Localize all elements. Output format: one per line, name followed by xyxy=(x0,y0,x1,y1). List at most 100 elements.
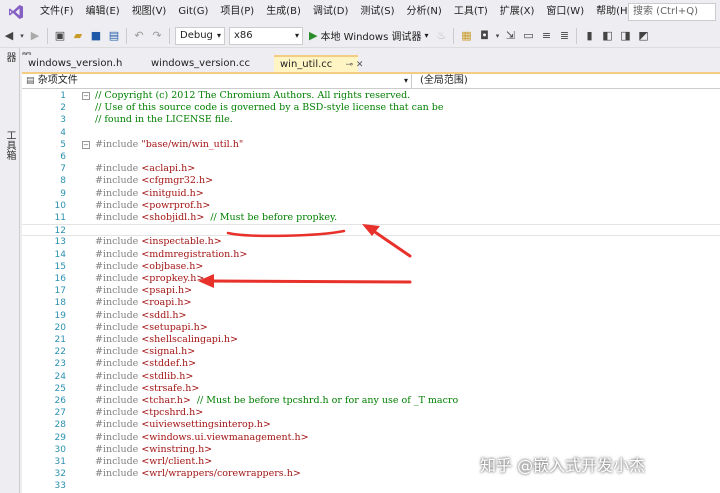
flame-icon[interactable]: ♨ xyxy=(432,27,450,45)
tab-windows-version-h[interactable]: windows_version.h xyxy=(22,55,144,73)
platform-dropdown[interactable]: x86 ▾ xyxy=(229,26,303,45)
code-text: #include <windows.ui.viewmanagement.h> xyxy=(95,432,309,444)
code-directive: #include xyxy=(95,163,142,175)
menu-item[interactable]: 工具(T) xyxy=(448,0,494,24)
toolbox-tab[interactable]: 工具箱 xyxy=(0,126,19,164)
undo-icon[interactable]: ↶ xyxy=(130,27,148,45)
save-all-icon[interactable]: ▤ xyxy=(105,27,123,45)
code-text: #include <cfgmgr32.h> xyxy=(95,175,213,187)
menu-item[interactable]: 测试(S) xyxy=(354,0,400,24)
menu-item[interactable]: 项目(P) xyxy=(214,0,260,24)
menu-item[interactable]: 编辑(E) xyxy=(80,0,126,24)
menu-item[interactable]: 视图(V) xyxy=(126,0,173,24)
code-text: #include <uiviewsettingsinterop.h> xyxy=(95,419,271,431)
step-icon[interactable]: ⇲ xyxy=(501,27,519,45)
code-string: <powrprof.h> xyxy=(141,199,211,211)
open-folder-icon[interactable]: ▰ xyxy=(69,27,87,45)
line-number: 14 xyxy=(54,249,66,260)
code-directive: #include xyxy=(95,248,142,260)
tab-windows-version-cc[interactable]: windows_version.cc xyxy=(145,55,273,73)
screenshot-icon[interactable]: ◘ xyxy=(475,27,493,45)
save-icon[interactable]: ■ xyxy=(87,27,105,45)
menu-item[interactable]: 生成(B) xyxy=(260,0,307,24)
code-directive: #include xyxy=(95,370,142,382)
line-number: 25 xyxy=(54,383,66,394)
browse-icon[interactable]: ▦ xyxy=(457,27,475,45)
line-number: 10 xyxy=(54,200,66,211)
menu-item[interactable]: 分析(N) xyxy=(401,0,448,24)
code-string: <shellscalingapi.h> xyxy=(141,334,238,345)
forward-navigation-icon[interactable]: ▶ xyxy=(26,27,44,45)
line-number: 3 xyxy=(60,115,66,126)
code-line: 33 xyxy=(22,480,720,492)
start-debugging-button[interactable]: ▶ 本地 Windows 调试器 ▾ xyxy=(309,28,428,43)
bookmark-prev-icon[interactable]: ◧ xyxy=(598,27,616,45)
close-icon[interactable]: ✕ xyxy=(356,60,364,70)
code-line: 28 #include <uiviewsettingsinterop.h> xyxy=(22,419,720,431)
code-text: // Use of this source code is governed b… xyxy=(95,102,443,114)
code-string: <signal.h> xyxy=(141,346,196,358)
file-scope-dropdown[interactable]: ▤ 杂项文件 ▾ xyxy=(22,74,412,89)
file-scope-value: 杂项文件 xyxy=(37,75,78,86)
menu-bar: 文件(F) 编辑(E) 视图(V) Git(G) 项目(P) 生成(B) 调试(D) 测试(S… xyxy=(0,0,720,24)
code-directive: #include xyxy=(95,212,142,223)
line-number: 15 xyxy=(54,261,66,272)
line-number: 18 xyxy=(54,298,66,309)
redo-icon[interactable]: ↷ xyxy=(148,27,166,45)
code-editor[interactable]: 1 // Copyright (c) 2012 The Chromium Auth… xyxy=(22,89,720,493)
line-number: 24 xyxy=(54,371,66,382)
code-line: 26 #include <tchar.h> // Must be before t… xyxy=(22,395,720,407)
code-text: #include <psapi.h> xyxy=(95,285,192,297)
code-string: <sddl.h> xyxy=(141,309,187,321)
dropdown-arrow-icon[interactable]: ▾ xyxy=(18,27,26,45)
format-icon[interactable]: ≡ xyxy=(537,27,555,45)
code-text: #include <sddl.h> xyxy=(95,310,186,322)
menu-item[interactable]: 文件(F) xyxy=(34,0,80,24)
window-icon[interactable]: ▭ xyxy=(519,27,537,45)
code-string: <tchar.h> xyxy=(141,395,191,406)
line-number: 4 xyxy=(60,127,66,138)
code-text: #include <powrprof.h> xyxy=(95,200,210,212)
line-number: 28 xyxy=(54,420,66,431)
new-project-icon[interactable]: ▣ xyxy=(51,27,69,45)
fold-toggle-icon[interactable]: − xyxy=(82,92,90,100)
global-scope-dropdown[interactable]: (全局范围) xyxy=(412,74,720,89)
code-comment: // found in the LICENSE file. xyxy=(95,114,233,126)
menu-item[interactable]: 窗口(W) xyxy=(540,0,590,24)
bookmark-next-icon[interactable]: ◨ xyxy=(616,27,634,45)
fold-toggle-icon[interactable]: − xyxy=(82,140,90,149)
line-number: 17 xyxy=(54,286,66,297)
code-text: #include <tchar.h> // Must be before tpc… xyxy=(95,395,458,407)
configuration-dropdown[interactable]: Debug ▾ xyxy=(175,26,225,45)
chevron-down-icon: ▾ xyxy=(294,30,299,40)
bookmark-icon[interactable]: ▮ xyxy=(580,27,598,45)
code-text: #include <stdlib.h> xyxy=(95,371,193,383)
code-comment: // Must be before propkey. xyxy=(210,212,338,223)
pin-icon[interactable]: ⊸ xyxy=(345,60,353,70)
back-navigation-icon[interactable]: ◀ xyxy=(0,27,18,45)
tab-label: win_util.cc xyxy=(280,59,333,70)
code-string: <mdmregistration.h> xyxy=(141,248,248,260)
line-number: 31 xyxy=(54,457,66,467)
code-line: 29 #include <windows.ui.viewmanagement.h> xyxy=(22,432,720,444)
code-line: 11 #include <shobjidl.h> // Must be befor… xyxy=(22,212,720,224)
visual-studio-logo-icon[interactable] xyxy=(4,0,28,24)
code-text: #include <objbase.h> xyxy=(95,261,203,273)
code-string: <stddef.h> xyxy=(141,358,197,370)
code-text: #include <inspectable.h> xyxy=(95,236,222,248)
code-directive: #include xyxy=(95,260,142,272)
code-directive: #include xyxy=(95,431,142,443)
code-line: 25 #include <strsafe.h> xyxy=(22,383,720,395)
code-string: <wrl/wrappers/corewrappers.h> xyxy=(141,468,301,480)
dropdown-arrow-icon[interactable]: ▾ xyxy=(493,27,501,45)
tab-win-util-cc[interactable]: win_util.cc ⊸ ✕ xyxy=(274,55,363,73)
file-icon: ▤ xyxy=(26,76,35,86)
search-input[interactable]: 搜索 (Ctrl+Q) xyxy=(628,3,716,21)
bookmark-clear-icon[interactable]: ◩ xyxy=(634,27,652,45)
menu-item[interactable]: 调试(D) xyxy=(307,0,355,24)
comment-icon[interactable]: ≣ xyxy=(555,27,573,45)
toolbar: ◀ ▾ ▶ ▣ ▰ ■ ▤ ↶ ↷ Debug ▾ x86 ▾ ▶ 本地 Win… xyxy=(0,24,720,48)
menu-item[interactable]: 扩展(X) xyxy=(494,0,541,24)
tab-label: windows_version.cc xyxy=(151,58,250,69)
menu-item[interactable]: Git(G) xyxy=(172,0,214,24)
